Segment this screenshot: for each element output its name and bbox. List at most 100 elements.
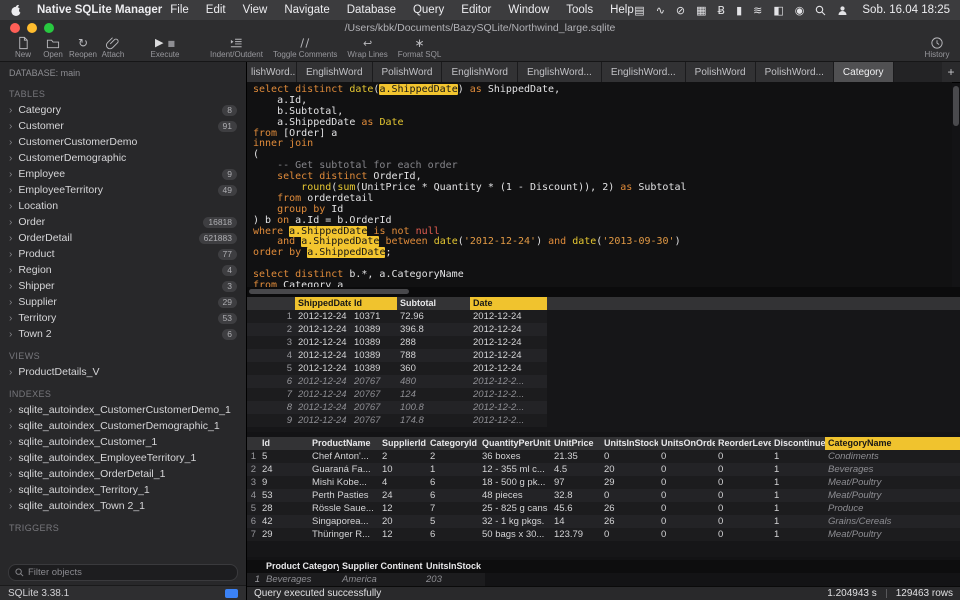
menu-edit[interactable]: Edit	[206, 4, 226, 16]
tab-category[interactable]: Category	[834, 62, 894, 82]
update-badge[interactable]	[225, 589, 238, 598]
battery-icon[interactable]: ▮	[736, 4, 742, 17]
sidebar-item-order[interactable]: ›Order16818	[0, 214, 246, 230]
chevron-right-icon[interactable]: ›	[9, 421, 12, 432]
sidebar-item-sqlite-autoindex-territory-1[interactable]: ›sqlite_autoindex_Territory_1	[0, 482, 246, 498]
apple-menu[interactable]	[10, 4, 23, 17]
filter-input[interactable]: Filter objects	[8, 564, 238, 581]
chevron-right-icon[interactable]: ›	[9, 217, 12, 228]
menu-query[interactable]: Query	[413, 4, 444, 16]
reopen-button[interactable]: ↻ Reopen	[68, 36, 98, 59]
wifi-icon[interactable]: ≋	[753, 4, 762, 17]
column-header-quantityperunit[interactable]: QuantityPerUnit	[479, 437, 551, 450]
sidebar-item-productdetails-v[interactable]: ›ProductDetails_V	[0, 364, 246, 380]
tab-polishword[interactable]: PolishWord...	[756, 62, 834, 82]
column-header-reorderlevel[interactable]: ReorderLevel	[715, 437, 771, 450]
column-header-categoryid[interactable]: CategoryId	[427, 437, 479, 450]
format-sql-button[interactable]: ∗ Format SQL	[398, 36, 442, 59]
menu-view[interactable]: View	[243, 4, 268, 16]
wrap-lines-button[interactable]: ↩ Wrap Lines	[347, 36, 387, 59]
sidebar-item-region[interactable]: ›Region4	[0, 262, 246, 278]
sidebar-item-sqlite-autoindex-customerdemographic-1[interactable]: ›sqlite_autoindex_CustomerDemographic_1	[0, 418, 246, 434]
chevron-right-icon[interactable]: ›	[9, 453, 12, 464]
column-header-shippeddate[interactable]: ShippedDate	[295, 297, 351, 310]
tab-englishword[interactable]: EnglishWord	[297, 62, 373, 82]
chevron-right-icon[interactable]: ›	[9, 169, 12, 180]
bluetooth-icon[interactable]: Ƀ	[718, 4, 726, 17]
sidebar-item-employeeterritory[interactable]: ›EmployeeTerritory49	[0, 182, 246, 198]
keyboard-icon[interactable]: ▦	[696, 4, 706, 17]
column-header-productname[interactable]: ProductName	[309, 437, 379, 450]
sidebar-item-product[interactable]: ›Product77	[0, 246, 246, 262]
sidebar-item-sqlite-autoindex-customer-1[interactable]: ›sqlite_autoindex_Customer_1	[0, 434, 246, 450]
chevron-right-icon[interactable]: ›	[9, 265, 12, 276]
chevron-right-icon[interactable]: ›	[9, 405, 12, 416]
column-header-supplierid[interactable]: SupplierId	[379, 437, 427, 450]
history-button[interactable]: History	[922, 36, 952, 59]
editor-hscrollbar[interactable]	[247, 287, 960, 297]
table-row[interactable]: 22012-12-2410389396.82012-12-24	[247, 323, 547, 336]
sidebar-item-town-2[interactable]: ›Town 26	[0, 326, 246, 342]
table-row[interactable]: 62012-12-24207674802012-12-2...	[247, 375, 547, 388]
column-header-product-category[interactable]: Product Category	[263, 560, 339, 573]
sidebar-item-orderdetail[interactable]: ›OrderDetail621883	[0, 230, 246, 246]
chevron-right-icon[interactable]: ›	[9, 105, 12, 116]
sidebar-item-sqlite-autoindex-customercustomerdemo-1[interactable]: ›sqlite_autoindex_CustomerCustomerDemo_1	[0, 402, 246, 418]
chevron-right-icon[interactable]: ›	[9, 313, 12, 324]
sidebar-item-sqlite-autoindex-employeeterritory-1[interactable]: ›sqlite_autoindex_EmployeeTerritory_1	[0, 450, 246, 466]
chevron-right-icon[interactable]: ›	[9, 297, 12, 308]
sidebar-item-sqlite-autoindex-orderdetail-1[interactable]: ›sqlite_autoindex_OrderDetail_1	[0, 466, 246, 482]
column-header-subtotal[interactable]: Subtotal	[397, 297, 470, 310]
chevron-right-icon[interactable]: ›	[9, 501, 12, 512]
open-button[interactable]: Open	[38, 36, 68, 59]
menu-database[interactable]: Database	[347, 4, 396, 16]
menu-window[interactable]: Window	[508, 4, 549, 16]
tab-polishword[interactable]: PolishWord	[373, 62, 443, 82]
sidebar-item-territory[interactable]: ›Territory53	[0, 310, 246, 326]
hscroll-thumb[interactable]	[249, 289, 409, 294]
control-center-icon[interactable]: ◧	[773, 4, 783, 17]
column-header-categoryname[interactable]: CategoryName	[825, 437, 960, 450]
toggle-comments-button[interactable]: Toggle Comments	[273, 36, 337, 59]
chevron-right-icon[interactable]: ›	[9, 437, 12, 448]
menu-file[interactable]: File	[170, 4, 189, 16]
table-row[interactable]: 72012-12-24207671242012-12-2...	[247, 388, 547, 401]
table-row[interactable]: 642Singaporea...20532 - 1 kg pkgs.142600…	[247, 515, 960, 528]
chevron-right-icon[interactable]: ›	[9, 249, 12, 260]
chevron-right-icon[interactable]: ›	[9, 121, 12, 132]
chevron-right-icon[interactable]: ›	[9, 485, 12, 496]
do-not-disturb-icon[interactable]: ⊘	[676, 4, 685, 17]
sidebar-item-supplier[interactable]: ›Supplier29	[0, 294, 246, 310]
sidebar-item-location[interactable]: ›Location	[0, 198, 246, 214]
column-header-unitsinstock[interactable]: UnitsInStock	[423, 560, 485, 573]
menu-navigate[interactable]: Navigate	[284, 4, 329, 16]
tab-englishword[interactable]: EnglishWord	[442, 62, 518, 82]
chevron-right-icon[interactable]: ›	[9, 281, 12, 292]
table-row[interactable]: 32012-12-24103892882012-12-24	[247, 336, 547, 349]
chevron-right-icon[interactable]: ›	[9, 469, 12, 480]
table-row[interactable]: 92012-12-2420767174.82012-12-2...	[247, 414, 547, 427]
vscroll-thumb[interactable]	[953, 86, 959, 126]
menu-tools[interactable]: Tools	[566, 4, 593, 16]
table-row[interactable]: 12012-12-241037172.962012-12-24	[247, 310, 547, 323]
column-header-id[interactable]: Id	[351, 297, 397, 310]
sidebar-item-customer[interactable]: ›Customer91	[0, 118, 246, 134]
sidebar-item-category[interactable]: ›Category8	[0, 102, 246, 118]
sql-editor[interactable]: select distinct date(a.ShippedDate) as S…	[247, 82, 952, 290]
table-row[interactable]: 1BeveragesAmerica203	[247, 573, 485, 586]
column-header-unitprice[interactable]: UnitPrice	[551, 437, 601, 450]
chevron-right-icon[interactable]: ›	[9, 367, 12, 378]
user-icon[interactable]	[837, 4, 848, 17]
table-row[interactable]: 39Mishi Kobe...4618 - 500 g pk...9729001…	[247, 476, 960, 489]
chevron-right-icon[interactable]: ›	[9, 233, 12, 244]
column-header-date[interactable]: Date	[470, 297, 547, 310]
siri-icon[interactable]: ◉	[795, 4, 805, 17]
new-button[interactable]: New	[8, 36, 38, 59]
table-row[interactable]: 224Guaraná Fa...10112 - 355 ml c...4.520…	[247, 463, 960, 476]
table-row[interactable]: 729Thüringer R...12650 bags x 30...123.7…	[247, 528, 960, 541]
column-header-supplier-continent[interactable]: Supplier Continent	[339, 560, 423, 573]
new-tab-button[interactable]: +	[942, 62, 960, 82]
stats-icon[interactable]: ∿	[656, 4, 665, 17]
column-header-unitsinstock[interactable]: UnitsInStock	[601, 437, 658, 450]
tab-lishword[interactable]: lishWord...	[247, 62, 297, 82]
